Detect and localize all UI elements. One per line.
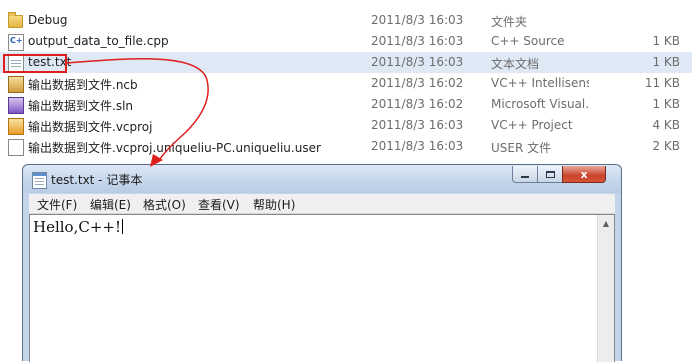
file-type: Microsoft Visual... (491, 97, 589, 111)
file-size: 1 KB (652, 97, 680, 111)
cpp-file-icon: C+ (8, 34, 24, 51)
file-date: 2011/8/3 16:02 (371, 76, 464, 90)
file-list: Debug 2011/8/3 16:03 文件夹 C+ output_data_… (0, 0, 692, 170)
file-row-sln[interactable]: 输出数据到文件.sln 2011/8/3 16:02 Microsoft Vis… (0, 94, 692, 115)
scroll-up-arrow-icon[interactable]: ▲ (598, 215, 614, 231)
file-type: 文本文档 (491, 57, 540, 71)
file-name: 输出数据到文件.vcproj (28, 120, 153, 134)
notepad-app-icon[interactable] (32, 172, 47, 189)
close-button[interactable]: x (562, 166, 606, 183)
file-type: 文件夹 (491, 15, 528, 29)
file-size: 4 KB (652, 118, 680, 132)
file-name: 输出数据到文件.sln (28, 99, 134, 113)
menu-edit[interactable]: 编辑(E) (90, 196, 131, 213)
file-row-user[interactable]: 输出数据到文件.vcproj.uniqueliu-PC.uniqueliu.us… (0, 136, 692, 157)
menu-file[interactable]: 文件(F) (37, 196, 77, 213)
file-date: 2011/8/3 16:03 (371, 55, 464, 69)
file-row-test-txt[interactable]: test.txt 2011/8/3 16:03 文本文档 1 KB (0, 52, 692, 73)
file-date: 2011/8/3 16:03 (371, 139, 464, 153)
file-name: Debug (28, 13, 68, 27)
minimize-icon (521, 176, 529, 178)
user-file-icon (8, 139, 24, 156)
text-editor-area[interactable]: Hello,C++! ▲ (29, 214, 615, 362)
maximize-button[interactable] (537, 166, 563, 183)
file-row-cpp[interactable]: C+ output_data_to_file.cpp 2011/8/3 16:0… (0, 31, 692, 52)
file-name: 输出数据到文件.vcproj.uniqueliu-PC.uniqueliu.us… (28, 141, 321, 155)
menu-help[interactable]: 帮助(H) (253, 196, 295, 213)
sln-file-icon (8, 97, 24, 114)
file-size: 1 KB (652, 55, 680, 69)
vcproj-file-icon (8, 118, 24, 135)
folder-icon (8, 12, 23, 28)
file-row-debug[interactable]: Debug 2011/8/3 16:03 文件夹 (0, 10, 692, 31)
file-row-ncb[interactable]: 输出数据到文件.ncb 2011/8/3 16:02 VC++ Intellis… (0, 73, 692, 94)
file-date: 2011/8/3 16:02 (371, 97, 464, 111)
file-date: 2011/8/3 16:03 (371, 34, 464, 48)
file-type: VC++ Intellisens... (491, 76, 589, 90)
file-name: 输出数据到文件.ncb (28, 78, 138, 92)
editor-content: Hello,C++! (33, 218, 121, 236)
file-row-vcproj[interactable]: 输出数据到文件.vcproj 2011/8/3 16:03 VC++ Proje… (0, 115, 692, 136)
file-date: 2011/8/3 16:03 (371, 13, 464, 27)
vertical-scrollbar[interactable]: ▲ (597, 215, 614, 362)
ncb-file-icon (8, 76, 24, 93)
minimize-button[interactable] (512, 166, 538, 183)
maximize-icon (545, 170, 555, 178)
file-size: 1 KB (652, 34, 680, 48)
menu-format[interactable]: 格式(O) (143, 196, 186, 213)
text-caret (122, 219, 123, 234)
title-bar[interactable]: test.txt - 记事本 x (23, 165, 621, 193)
menu-bar: 文件(F) 编辑(E) 格式(O) 查看(V) 帮助(H) (29, 194, 615, 214)
file-name: output_data_to_file.cpp (28, 34, 169, 48)
notepad-window[interactable]: test.txt - 记事本 x 文件(F) 编辑(E) 格式(O) 查看(V)… (22, 164, 622, 362)
file-date: 2011/8/3 16:03 (371, 118, 464, 132)
menu-view[interactable]: 查看(V) (198, 196, 240, 213)
annotation-highlight-box (3, 54, 67, 73)
close-icon: x (580, 167, 588, 181)
file-type: USER 文件 (491, 141, 552, 155)
file-type: VC++ Project (491, 118, 573, 132)
file-type: C++ Source (491, 34, 565, 48)
window-title: test.txt - 记事本 (51, 173, 143, 187)
file-size: 2 KB (652, 139, 680, 153)
file-size: 11 KB (644, 76, 680, 90)
